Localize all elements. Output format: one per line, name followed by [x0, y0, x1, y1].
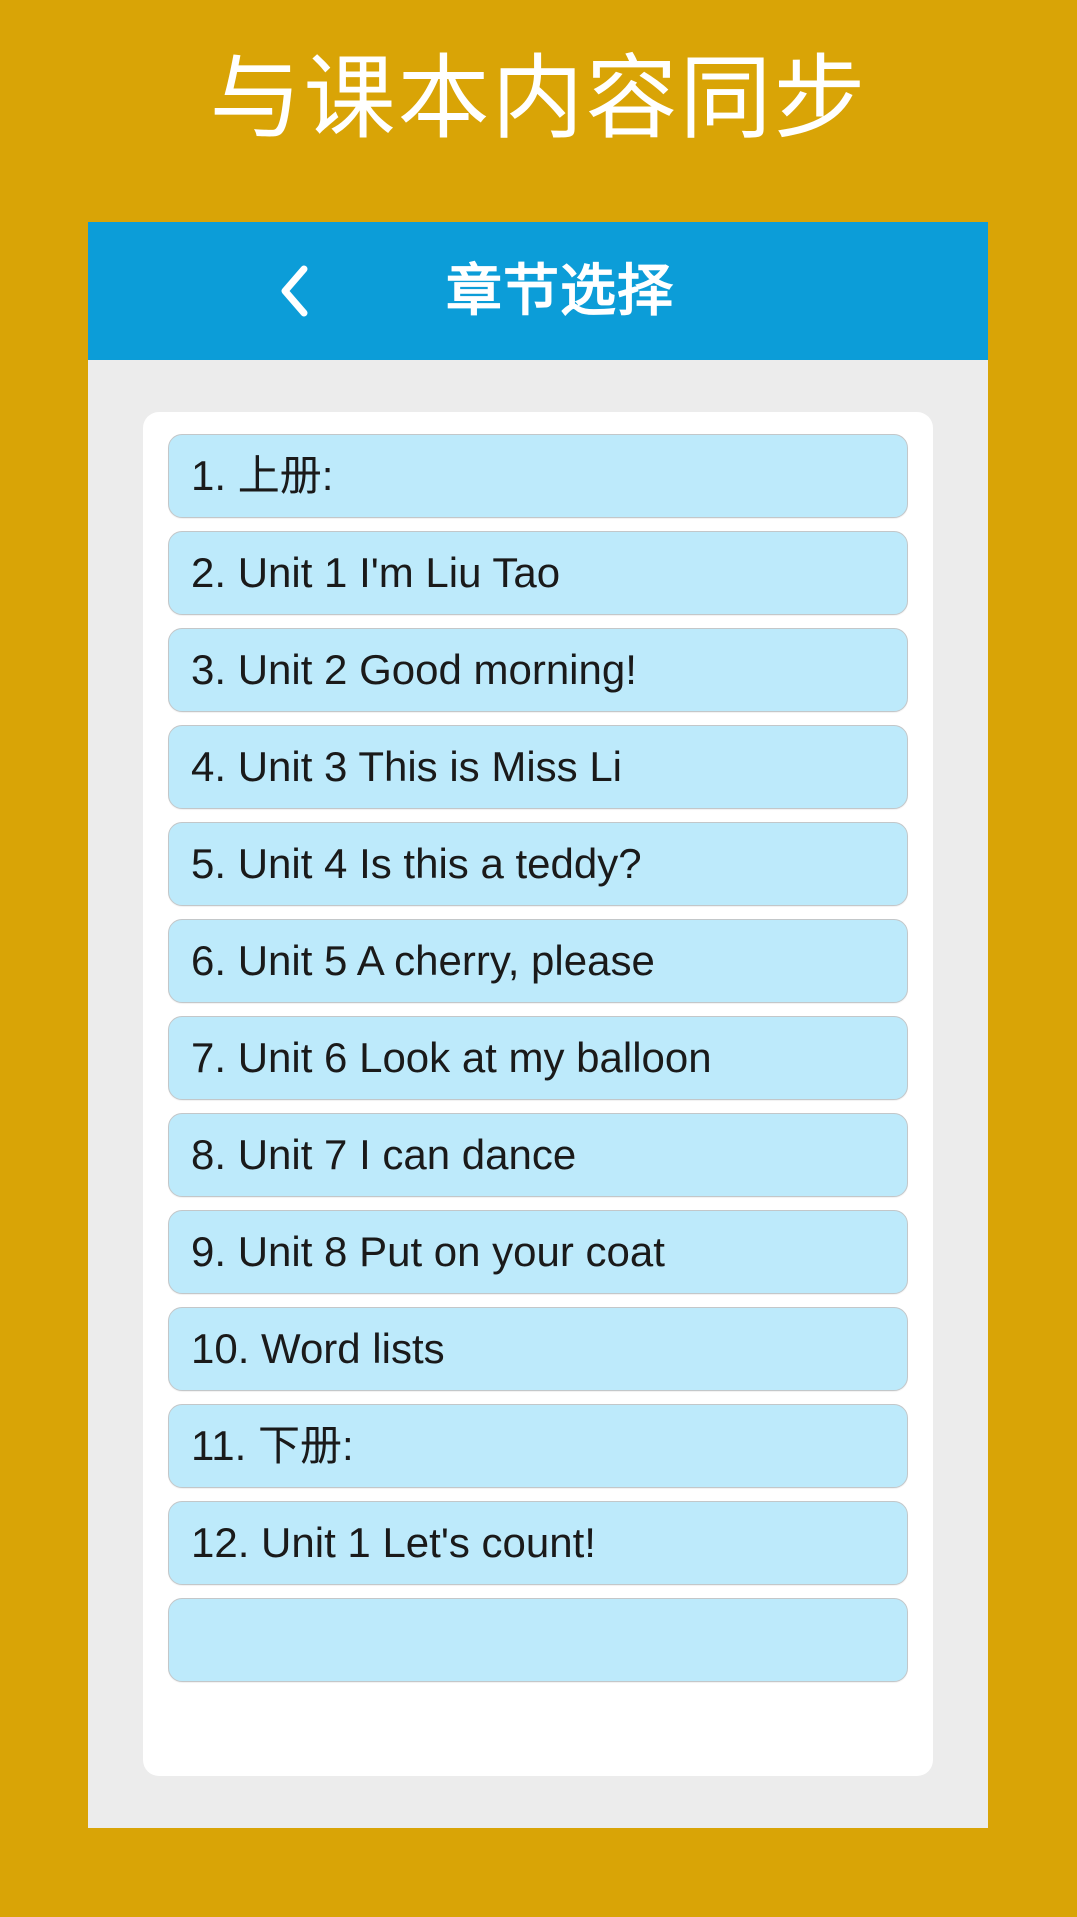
back-button[interactable]	[270, 262, 318, 320]
chapter-item-label: 2. Unit 1 I'm Liu Tao	[191, 549, 561, 596]
chapter-list-item[interactable]: 4. Unit 3 This is Miss Li	[168, 725, 908, 809]
chapter-list: 1. 上册: 2. Unit 1 I'm Liu Tao 3. Unit 2 G…	[168, 434, 908, 1682]
chapter-list-item[interactable]: 8. Unit 7 I can dance	[168, 1113, 908, 1197]
chapter-list-item[interactable]: 10. Word lists	[168, 1307, 908, 1391]
chapter-item-label: 3. Unit 2 Good morning!	[191, 646, 637, 693]
chapter-list-item[interactable]: 1. 上册:	[168, 434, 908, 518]
chapter-list-item[interactable]: 12. Unit 1 Let's count!	[168, 1501, 908, 1585]
chapter-list-item[interactable]: 3. Unit 2 Good morning!	[168, 628, 908, 712]
chapter-list-item[interactable]: 6. Unit 5 A cherry, please	[168, 919, 908, 1003]
chapter-item-label: 11. 下册:	[191, 1422, 354, 1469]
chapter-list-item[interactable]	[168, 1598, 908, 1682]
chapter-item-label: 4. Unit 3 This is Miss Li	[191, 743, 623, 790]
chapter-item-label: 7. Unit 6 Look at my balloon	[191, 1034, 712, 1081]
chapter-list-item[interactable]: 5. Unit 4 Is this a teddy?	[168, 822, 908, 906]
chapter-card: 1. 上册: 2. Unit 1 I'm Liu Tao 3. Unit 2 G…	[143, 412, 933, 1776]
content-area[interactable]: 1. 上册: 2. Unit 1 I'm Liu Tao 3. Unit 2 G…	[88, 360, 988, 1828]
chapter-list-item[interactable]: 11. 下册:	[168, 1404, 908, 1488]
app-bar: 章节选择	[88, 222, 988, 360]
promo-headline: 与课本内容同步	[209, 48, 868, 150]
chapter-list-item[interactable]: 9. Unit 8 Put on your coat	[168, 1210, 908, 1294]
chevron-left-icon	[277, 263, 311, 319]
chapter-list-item[interactable]: 2. Unit 1 I'm Liu Tao	[168, 531, 908, 615]
chapter-item-label: 6. Unit 5 A cherry, please	[191, 937, 655, 984]
app-bar-title: 章节选择	[446, 259, 674, 322]
chapter-item-label: 8. Unit 7 I can dance	[191, 1131, 577, 1178]
chapter-item-label: 1. 上册:	[191, 452, 334, 499]
chapter-item-label: 9. Unit 8 Put on your coat	[191, 1228, 665, 1275]
app-screen-frame: 章节选择 1. 上册: 2. Unit 1 I'm Liu Tao 3. Uni…	[88, 222, 988, 1828]
chapter-list-item[interactable]: 7. Unit 6 Look at my balloon	[168, 1016, 908, 1100]
chapter-item-label: 5. Unit 4 Is this a teddy?	[191, 840, 642, 887]
chapter-item-label: 10. Word lists	[191, 1325, 445, 1372]
chapter-item-label: 12. Unit 1 Let's count!	[191, 1519, 596, 1566]
